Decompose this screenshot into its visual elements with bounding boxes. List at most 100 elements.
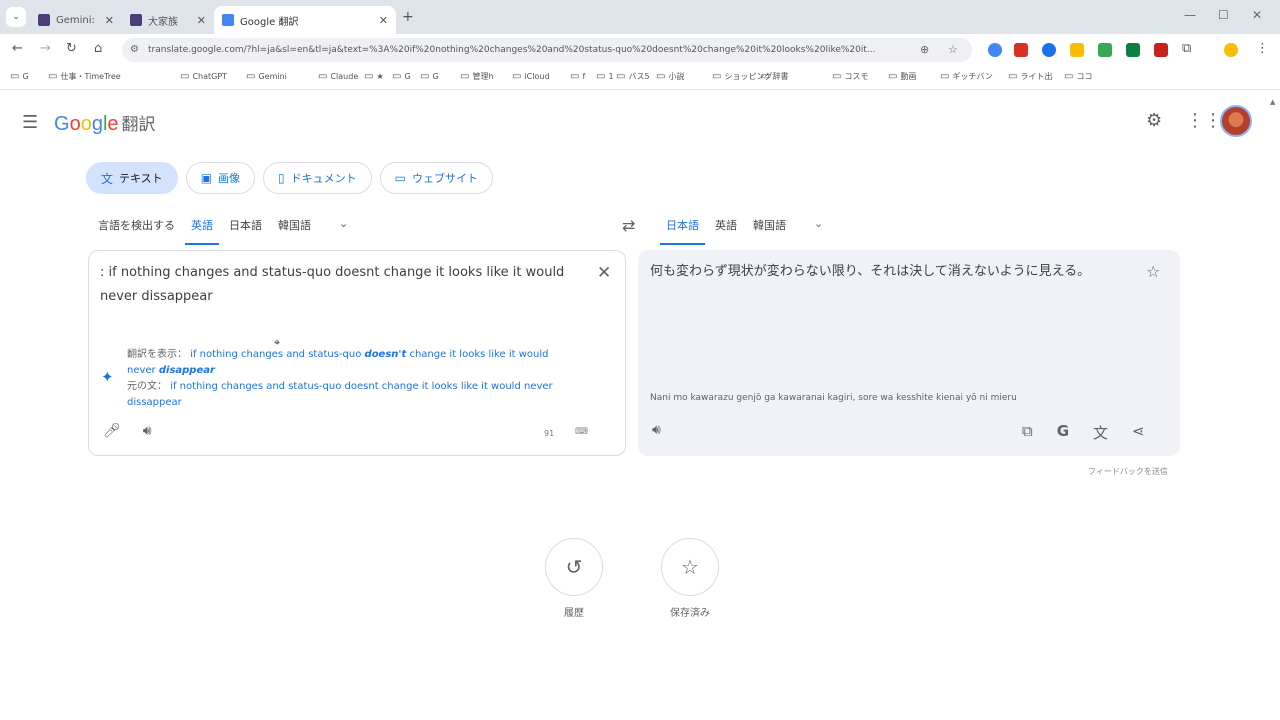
- extension-icon[interactable]: [1154, 43, 1168, 57]
- suggest-text[interactable]: if nothing changes and status-quo: [190, 349, 364, 360]
- close-icon[interactable]: ✕: [197, 14, 206, 27]
- youtube-extension-icon[interactable]: [1014, 43, 1028, 57]
- home-icon[interactable]: ⌂: [94, 41, 102, 56]
- bookmark-item[interactable]: ▭ 管理h: [460, 71, 494, 82]
- logo-google-text: Google: [54, 113, 119, 135]
- bookmark-item[interactable]: ▭ 辞書: [760, 71, 788, 82]
- tab-website[interactable]: ▭ ウェブサイト: [379, 162, 493, 194]
- target-lang-english[interactable]: 英語: [709, 217, 743, 245]
- bookmark-item[interactable]: ▭ バス5: [616, 71, 650, 82]
- bookmark-label: G: [432, 72, 439, 81]
- bookmark-label: ギッチバン: [952, 72, 993, 81]
- window-close-icon[interactable]: ✕: [1252, 8, 1262, 22]
- source-lang-detect[interactable]: 言語を検出する: [92, 217, 181, 245]
- menu-kebab-icon[interactable]: ⋮: [1256, 41, 1269, 56]
- extension-icon[interactable]: [1070, 43, 1084, 57]
- copy-icon[interactable]: ⧉: [1022, 422, 1033, 443]
- tab-document[interactable]: ▯ ドキュメント: [263, 162, 372, 194]
- back-icon[interactable]: ←: [12, 41, 23, 56]
- suggest-correction[interactable]: doesn't: [365, 349, 407, 360]
- browser-tab-strip: ⌄ Gemini: ✕ 大家族 ✕ Google 翻訳 ✕ + — ☐ ✕: [0, 0, 1280, 34]
- close-icon[interactable]: ✕: [379, 14, 388, 27]
- bookmark-item[interactable]: ▭ Claude: [318, 71, 358, 82]
- browser-tab-google-translate[interactable]: Google 翻訳 ✕: [214, 6, 396, 34]
- new-tab-button[interactable]: +: [402, 9, 414, 25]
- bookmark-item[interactable]: ▭ ココ: [1064, 71, 1092, 82]
- bookmark-item[interactable]: ▭ iCloud: [512, 71, 550, 82]
- bookmark-icon: ▭: [392, 71, 402, 82]
- tab-label: Gemini:: [56, 14, 95, 26]
- rate-translation-icon[interactable]: 文: [1093, 422, 1108, 443]
- tab-search-button[interactable]: ⌄: [6, 7, 26, 27]
- scroll-up-arrow-icon[interactable]: ▲: [1270, 98, 1275, 106]
- bookmark-item[interactable]: ▭ f: [570, 71, 585, 82]
- tab-image[interactable]: ▣ 画像: [185, 162, 256, 194]
- profile-icon[interactable]: [1224, 43, 1238, 57]
- source-textarea[interactable]: : if nothing changes and status-quo does…: [100, 261, 570, 309]
- chevron-down-icon[interactable]: ⌄: [814, 217, 823, 245]
- extension-icon[interactable]: [988, 43, 1002, 57]
- extension-icon[interactable]: [1126, 43, 1140, 57]
- suggest-line[interactable]: 翻訳を表示： if nothing changes and status-quo…: [127, 347, 567, 379]
- image-icon: ▣: [200, 171, 213, 185]
- source-toolbar: 🎤︎ 🔊︎: [103, 423, 152, 439]
- keyboard-icon[interactable]: ⌨: [575, 427, 588, 437]
- bookmark-label: iCloud: [524, 72, 550, 81]
- extensions-puzzle-icon[interactable]: ⧉: [1182, 41, 1191, 56]
- bookmark-item[interactable]: ▭ 仕事・TimeTree: [48, 71, 121, 82]
- bookmark-star-icon[interactable]: ☆: [948, 38, 958, 62]
- extension-icon[interactable]: [1042, 43, 1056, 57]
- bookmark-item[interactable]: ▭ 1: [596, 71, 614, 82]
- swap-languages-icon[interactable]: ⇄: [622, 216, 635, 235]
- send-feedback-link[interactable]: フィードバックを送信: [1088, 466, 1168, 477]
- bookmark-item[interactable]: ▭ Gemini: [246, 71, 287, 82]
- history-button[interactable]: ↺ 履歴: [544, 538, 604, 619]
- source-lang-japanese[interactable]: 日本語: [223, 217, 268, 245]
- source-lang-english[interactable]: 英語: [185, 217, 219, 245]
- bookmark-item[interactable]: ▭ G: [420, 71, 439, 82]
- bookmark-item[interactable]: ▭ 小説: [656, 71, 684, 82]
- original-text[interactable]: if nothing changes and status-quo doesnt…: [127, 381, 553, 408]
- microphone-icon[interactable]: 🎤︎: [103, 423, 121, 439]
- share-icon[interactable]: ⋖: [1132, 422, 1145, 443]
- saved-button[interactable]: ☆ 保存済み: [660, 538, 720, 619]
- clear-icon[interactable]: ✕: [597, 263, 611, 283]
- bookmark-item[interactable]: ▭ ★: [364, 71, 384, 82]
- speaker-icon[interactable]: 🔊︎: [652, 422, 661, 438]
- extension-icon[interactable]: [1098, 43, 1112, 57]
- tab-text[interactable]: 文 テキスト: [86, 162, 178, 194]
- source-lang-korean[interactable]: 韓国語: [272, 217, 317, 245]
- apps-grid-icon[interactable]: ⋮⋮: [1186, 110, 1222, 131]
- save-star-icon[interactable]: ☆: [1146, 262, 1160, 281]
- address-bar[interactable]: ⚙ translate.google.com/?hl=ja&sl=en&tl=j…: [122, 38, 972, 62]
- site-info-icon[interactable]: ⚙: [130, 38, 139, 62]
- avatar[interactable]: [1220, 105, 1252, 137]
- target-lang-korean[interactable]: 韓国語: [747, 217, 792, 245]
- minimize-icon[interactable]: —: [1184, 8, 1196, 22]
- reload-icon[interactable]: ↻: [66, 41, 77, 56]
- target-lang-japanese[interactable]: 日本語: [660, 217, 705, 245]
- source-text-panel[interactable]: : if nothing changes and status-quo does…: [88, 250, 626, 456]
- browser-tab-gemini[interactable]: Gemini: ✕: [30, 6, 122, 34]
- bookmark-item[interactable]: ▭ 動画: [888, 71, 916, 82]
- settings-gear-icon[interactable]: ⚙: [1146, 110, 1162, 131]
- browser-tab-family[interactable]: 大家族 ✕: [122, 6, 214, 34]
- original-line[interactable]: 元の文： if nothing changes and status-quo d…: [127, 379, 567, 411]
- bookmark-item[interactable]: ▭ G: [392, 71, 411, 82]
- maximize-icon[interactable]: ☐: [1218, 8, 1229, 22]
- suggest-correction[interactable]: disappear: [159, 365, 215, 376]
- google-translate-logo[interactable]: Google 翻訳: [54, 110, 156, 136]
- bookmark-label: Claude: [330, 72, 359, 81]
- bookmark-item[interactable]: ▭ コスモ: [832, 71, 868, 82]
- bookmark-item[interactable]: ▭ ChatGPT: [180, 71, 227, 82]
- main-menu-icon[interactable]: ☰: [22, 112, 38, 133]
- bookmark-item[interactable]: ▭ ギッチバン: [940, 71, 993, 82]
- google-search-icon[interactable]: G: [1057, 422, 1069, 443]
- zoom-icon[interactable]: ⊕: [920, 38, 929, 62]
- close-icon[interactable]: ✕: [105, 14, 114, 27]
- chevron-down-icon[interactable]: ⌄: [339, 217, 348, 245]
- forward-icon[interactable]: →: [40, 41, 51, 56]
- speaker-icon[interactable]: 🔊︎: [143, 423, 152, 439]
- bookmark-item[interactable]: ▭ G: [10, 71, 29, 82]
- bookmark-item[interactable]: ▭ ライト出: [1008, 71, 1052, 82]
